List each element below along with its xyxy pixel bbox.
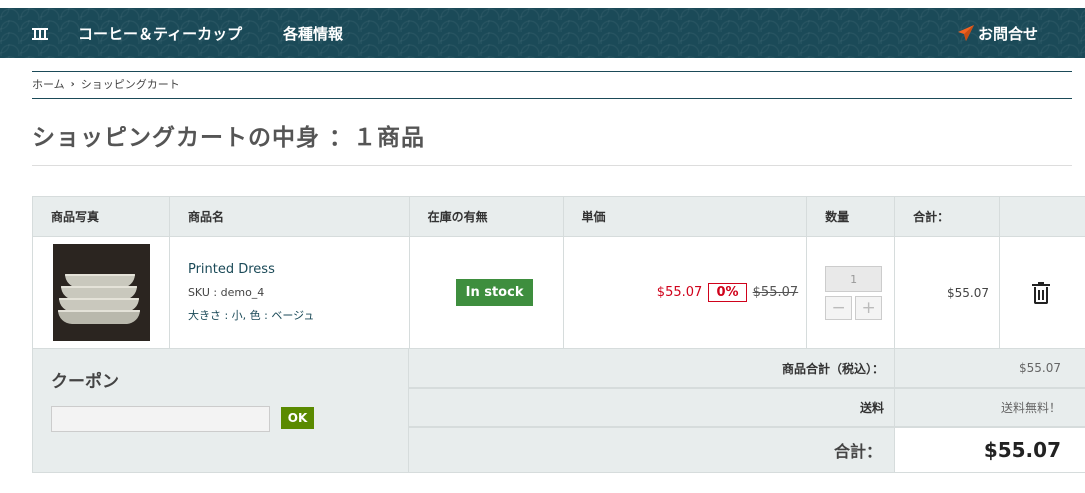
nav-item-coffee-tea-cups[interactable]: コーヒー＆ティーカップ	[78, 8, 242, 58]
column-header-stock: 在庫の有無	[408, 196, 564, 237]
product-thumbnail[interactable]	[53, 244, 150, 341]
column-header-name: 商品名	[168, 196, 410, 237]
contact-label: お問合せ	[978, 24, 1039, 43]
plate-icon	[32, 26, 48, 40]
grand-total-value: $55.07	[895, 428, 1085, 472]
quantity-stepper: − +	[825, 295, 894, 320]
coupon-apply-button[interactable]: OK	[281, 407, 314, 429]
column-header-quantity: 数量	[806, 196, 896, 237]
title-divider	[32, 165, 1072, 166]
breadcrumb-bottom-divider	[32, 98, 1072, 99]
paper-plane-icon	[958, 25, 974, 41]
quantity-cell: 1 − +	[806, 236, 896, 349]
stock-cell: In stock	[408, 236, 564, 349]
original-price: $55.07	[752, 285, 799, 300]
trash-icon[interactable]	[1032, 281, 1051, 304]
column-header-photo: 商品写真	[32, 196, 170, 237]
shipping-value: 送料無料！	[895, 389, 1085, 426]
product-name-link[interactable]: Printed Dress	[170, 262, 409, 277]
page-title: ショッピングカートの中身 ：１商品	[32, 125, 426, 151]
grand-total-label: 合計：	[409, 428, 895, 472]
quantity-increase-button[interactable]: +	[855, 295, 883, 320]
quantity-decrease-button[interactable]: −	[825, 295, 853, 320]
product-info-cell: Printed Dress SKU : demo_4 大きさ : 小, 色 : …	[168, 236, 410, 349]
subtotal-label: 商品合計（税込）：	[409, 349, 895, 387]
breadcrumb-current: ショッピングカート	[80, 78, 180, 91]
breadcrumb-top-divider	[32, 71, 1072, 72]
column-header-total: 合計：	[894, 196, 1001, 237]
coupon-title: クーポン	[51, 372, 119, 392]
grand-total-row: 合計： $55.07	[409, 427, 1085, 473]
current-price: $55.07	[656, 285, 703, 300]
column-header-delete	[999, 196, 1085, 237]
subtotal-value: $55.07	[895, 349, 1085, 387]
table-row: Printed Dress SKU : demo_4 大きさ : 小, 色 : …	[32, 236, 1085, 349]
shipping-row: 送料 送料無料！	[409, 388, 1085, 427]
coupon-panel: クーポン OK	[32, 348, 409, 473]
delete-cell	[999, 236, 1085, 349]
product-sku: SKU : demo_4	[187, 286, 265, 299]
line-total: $55.07	[894, 236, 1001, 349]
nav-item-information[interactable]: 各種情報	[283, 8, 343, 58]
stock-status-badge: In stock	[455, 279, 534, 306]
product-photo-cell	[32, 236, 170, 349]
unit-price-cell: $55.07 0% $55.07	[562, 236, 808, 349]
quantity-input[interactable]: 1	[825, 265, 883, 292]
product-attributes-link[interactable]: 大きさ : 小, 色 : ベージュ	[170, 307, 409, 323]
discount-badge: 0%	[708, 283, 747, 302]
shipping-label: 送料	[409, 389, 895, 426]
breadcrumb-chevron-icon: ›	[70, 78, 75, 90]
column-header-price: 単価	[562, 196, 808, 237]
contact-link[interactable]: お問合せ	[957, 8, 1038, 58]
home-link[interactable]	[32, 8, 48, 58]
breadcrumb: ホーム › ショッピングカート	[32, 76, 180, 92]
cart-header-row: 商品写真 商品名 在庫の有無 単価 数量 合計：	[32, 196, 1085, 237]
top-navigation-bar: コーヒー＆ティーカップ 各種情報 お問合せ	[0, 8, 1085, 58]
breadcrumb-home-link[interactable]: ホーム	[32, 76, 65, 92]
cart-table: 商品写真 商品名 在庫の有無 単価 数量 合計： Printed Dress S…	[32, 196, 1085, 349]
coupon-code-input[interactable]	[51, 406, 270, 432]
subtotal-row: 商品合計（税込）： $55.07	[409, 348, 1085, 388]
